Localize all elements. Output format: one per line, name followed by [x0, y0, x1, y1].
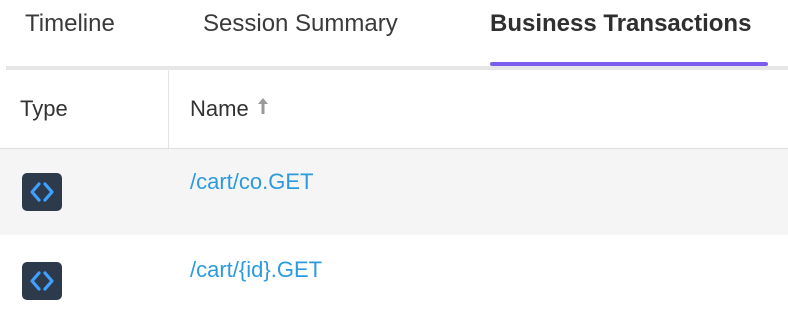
transaction-link[interactable]: /cart/co.GET: [190, 169, 313, 195]
tab-session-summary[interactable]: Session Summary: [203, 0, 398, 66]
tab-bar: Timeline Session Summary Business Transa…: [0, 0, 788, 66]
table-header: Type Name: [0, 70, 788, 149]
table-row[interactable]: /cart/co.GET: [0, 149, 788, 235]
transactions-table: Type Name /cart/co.GET /cart/{id}.GET: [0, 70, 788, 320]
business-transactions-panel: Timeline Session Summary Business Transa…: [0, 0, 788, 320]
code-brackets-icon: [22, 173, 62, 211]
transaction-link[interactable]: /cart/{id}.GET: [190, 257, 322, 283]
column-header-name-label: Name: [190, 96, 249, 121]
arrow-up-icon[interactable]: [257, 69, 269, 147]
tab-timeline[interactable]: Timeline: [25, 0, 115, 66]
code-brackets-icon: [22, 262, 62, 300]
column-header-name[interactable]: Name: [190, 70, 269, 148]
column-divider: [168, 70, 169, 148]
table-row[interactable]: /cart/{id}.GET: [0, 235, 788, 320]
tab-business-transactions[interactable]: Business Transactions: [490, 0, 751, 66]
column-header-type[interactable]: Type: [20, 70, 68, 148]
